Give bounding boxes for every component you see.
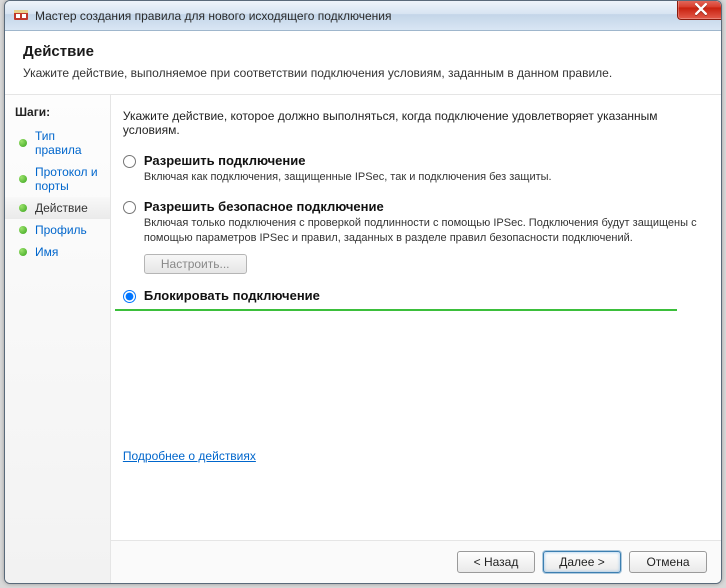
step-label: Профиль bbox=[35, 223, 87, 237]
main-pane: Укажите действие, которое должно выполня… bbox=[111, 95, 721, 583]
spacer bbox=[115, 311, 707, 431]
step-rule-type[interactable]: Тип правила bbox=[5, 125, 110, 161]
bullet-icon bbox=[19, 226, 27, 234]
option-allow-title: Разрешить подключение bbox=[144, 153, 306, 168]
option-allow: Разрешить подключение Включая как подклю… bbox=[115, 147, 707, 193]
body: Шаги: Тип правила Протокол и порты Дейст… bbox=[5, 95, 721, 583]
back-button[interactable]: < Назад bbox=[457, 551, 535, 573]
bullet-icon bbox=[19, 248, 27, 256]
content: Укажите действие, которое должно выполня… bbox=[111, 95, 721, 540]
learn-more-link[interactable]: Подробнее о действиях bbox=[123, 449, 256, 463]
option-block-title: Блокировать подключение bbox=[144, 288, 320, 303]
page-title: Действие bbox=[23, 43, 703, 60]
bullet-icon bbox=[19, 204, 27, 212]
page-subtitle: Укажите действие, выполняемое при соотве… bbox=[23, 66, 703, 80]
option-allow-secure-title: Разрешить безопасное подключение bbox=[144, 199, 384, 214]
radio-allow[interactable] bbox=[123, 155, 136, 168]
bullet-icon bbox=[19, 175, 27, 183]
wizard-window: Мастер создания правила для нового исход… bbox=[4, 0, 722, 584]
intro-text: Укажите действие, которое должно выполня… bbox=[115, 109, 707, 147]
learn-more: Подробнее о действиях bbox=[115, 431, 707, 467]
step-protocol-ports[interactable]: Протокол и порты bbox=[5, 161, 110, 197]
step-label: Тип правила bbox=[35, 129, 100, 157]
titlebar: Мастер создания правила для нового исход… bbox=[5, 1, 721, 31]
next-button[interactable]: Далее > bbox=[543, 551, 621, 573]
window-title: Мастер создания правила для нового исход… bbox=[35, 9, 715, 23]
steps-sidebar: Шаги: Тип правила Протокол и порты Дейст… bbox=[5, 95, 111, 583]
radio-allow-secure[interactable] bbox=[123, 201, 136, 214]
option-block-row[interactable]: Блокировать подключение bbox=[123, 288, 669, 303]
step-label: Действие bbox=[35, 201, 88, 215]
step-label: Имя bbox=[35, 245, 58, 259]
option-allow-secure-desc: Включая только подключения с проверкой п… bbox=[144, 216, 699, 246]
option-allow-secure-row[interactable]: Разрешить безопасное подключение bbox=[123, 199, 699, 214]
option-allow-desc: Включая как подключения, защищенные IPSe… bbox=[144, 170, 699, 185]
configure-button: Настроить... bbox=[144, 254, 247, 274]
app-icon bbox=[13, 8, 29, 24]
page-header: Действие Укажите действие, выполняемое п… bbox=[5, 31, 721, 95]
close-icon bbox=[695, 3, 707, 15]
cancel-button[interactable]: Отмена bbox=[629, 551, 707, 573]
steps-heading: Шаги: bbox=[5, 101, 110, 125]
option-block: Блокировать подключение bbox=[115, 282, 677, 311]
step-action[interactable]: Действие bbox=[5, 197, 110, 219]
step-profile[interactable]: Профиль bbox=[5, 219, 110, 241]
close-button[interactable] bbox=[677, 0, 722, 20]
footer: < Назад Далее > Отмена bbox=[111, 540, 721, 583]
bullet-icon bbox=[19, 139, 27, 147]
option-allow-row[interactable]: Разрешить подключение bbox=[123, 153, 699, 168]
option-allow-secure: Разрешить безопасное подключение Включая… bbox=[115, 193, 707, 282]
step-label: Протокол и порты bbox=[35, 165, 100, 193]
radio-block[interactable] bbox=[123, 290, 136, 303]
step-name[interactable]: Имя bbox=[5, 241, 110, 263]
